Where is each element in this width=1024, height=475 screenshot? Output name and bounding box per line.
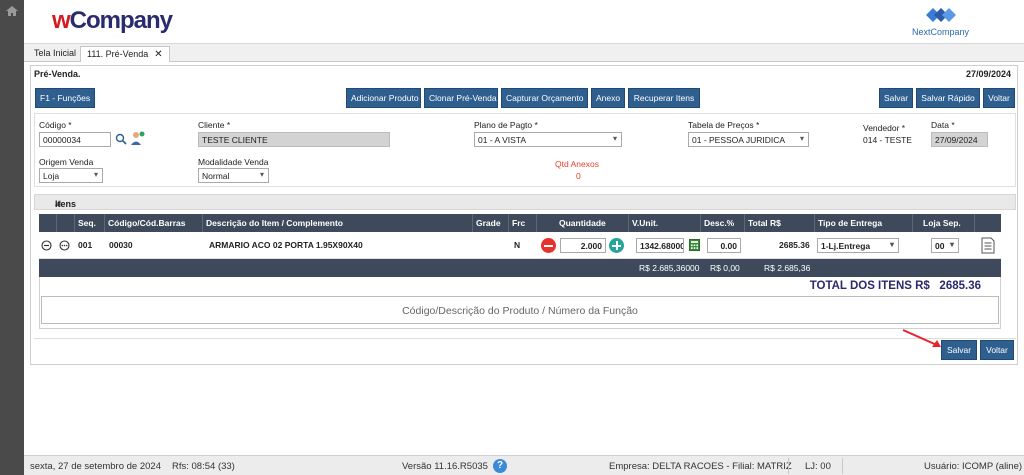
minus-circle-icon[interactable] (41, 240, 52, 251)
vendedor-label: Vendedor * (863, 123, 906, 133)
codigo-label: Código * (39, 120, 72, 130)
col-tipo-entrega: Tipo de Entrega (815, 214, 913, 232)
user-check-icon[interactable] (129, 130, 145, 146)
col-seq: Seq. (75, 214, 105, 232)
col-vunit: V.Unit. (629, 214, 701, 232)
footer-date: sexta, 27 de setembro de 2024 (30, 461, 161, 472)
vendedor-value: 014 - TESTE (863, 135, 912, 145)
grid-header: Seq. Código/Cód.Barras Descrição do Item… (39, 214, 1001, 232)
vunit-input[interactable]: 1342.68000 (636, 238, 684, 253)
col-descricao: Descrição do Item / Complemento (203, 214, 473, 232)
recuperar-itens-button[interactable]: Recuperar Itens (628, 88, 700, 108)
table-row[interactable]: 001 00030 ARMARIO ACO 02 PORTA 1.95X90X4… (39, 232, 1001, 259)
diamond-logo-icon (926, 8, 956, 22)
row-total: 2685.36 (779, 240, 810, 250)
col-codigo: Código/Cód.Barras (105, 214, 203, 232)
capturar-orcamento-button[interactable]: Capturar Orçamento (501, 88, 588, 108)
salvar-bottom-button[interactable]: Salvar (941, 340, 977, 360)
footer-lj: LJ: 00 (805, 461, 831, 472)
modalidade-venda-label: Modalidade Venda (198, 157, 269, 167)
codigo-input[interactable]: 00000034 (39, 132, 111, 147)
qtd-anexos-value: 0 (576, 171, 581, 181)
qtd-anexos-label: Qtd Anexos (555, 159, 599, 169)
totals-total: R$ 2.685,36 (764, 263, 811, 273)
salvar-button[interactable]: Salvar (879, 88, 913, 108)
itens-section-header[interactable]: ◢ Itens (34, 194, 1016, 210)
modalidade-venda-select[interactable]: Normal (198, 168, 269, 183)
col-total: Total R$ (745, 214, 815, 232)
total-itens: TOTAL DOS ITENS R$ 2685.36 (809, 280, 981, 292)
adicionar-produto-button[interactable]: Adicionar Produto (346, 88, 421, 108)
row-descricao: ARMARIO ACO 02 PORTA 1.95X90X40 (209, 240, 363, 250)
plano-pagto-select[interactable]: 01 - A VISTA (474, 132, 622, 147)
footer-usuario: Usuário: ICOMP (aline) (924, 461, 1023, 472)
origem-venda-select[interactable]: Loja (39, 168, 103, 183)
origem-venda-label: Origem Venda (39, 157, 94, 167)
tab-tela-inicial[interactable]: Tela Inicial (28, 46, 82, 62)
pre-venda-form: Código * 00000034 Cliente * TESTE CLIENT… (34, 113, 1016, 187)
tabela-precos-label: Tabela de Preços * (688, 120, 760, 130)
data-label: Data * (931, 120, 955, 130)
salvar-rapido-button[interactable]: Salvar Rápido (916, 88, 980, 108)
close-icon[interactable]: ✕ (154, 49, 162, 60)
grid-totals-row: R$ 2.685,36000 R$ 0,00 R$ 2.685,36 (39, 259, 1001, 277)
search-icon[interactable] (115, 133, 127, 145)
app-header: wCompany NextCompany (24, 0, 1024, 44)
anexo-button[interactable]: Anexo (591, 88, 625, 108)
footer-empresa: Empresa: DELTA RACOES - Filial: MATRIZ (609, 461, 792, 472)
status-bar: sexta, 27 de setembro de 2024 Rfs: 08:54… (24, 455, 1024, 475)
desc-input[interactable]: 0.00 (707, 238, 741, 253)
page-title: Pré-Venda. (34, 69, 81, 79)
cliente-label: Cliente * (198, 120, 231, 130)
row-codigo: 00030 (109, 240, 133, 250)
company-logo: wCompany (52, 7, 173, 34)
page-date: 27/09/2024 (965, 69, 1011, 79)
footer-version: Versão 11.16.R5035 (402, 461, 488, 472)
pre-venda-panel: Pré-Venda. 27/09/2024 F1 - Funções Adici… (30, 65, 1018, 365)
voltar-button[interactable]: Voltar (983, 88, 1015, 108)
plano-pagto-label: Plano de Pagto * (474, 120, 538, 130)
cliente-input[interactable]: TESTE CLIENTE (198, 132, 390, 147)
row-frc: N (514, 240, 521, 250)
col-grade: Grade (473, 214, 509, 232)
tabela-precos-select[interactable]: 01 - PESSOA JURIDICA (688, 132, 809, 147)
partner-logo: NextCompany (912, 4, 982, 38)
tab-pre-venda[interactable]: 111. Pré-Venda ✕ (80, 46, 170, 62)
product-search-input[interactable]: Código/Descrição do Produto / Número da … (41, 296, 999, 324)
clonar-pre-venda-button[interactable]: Clonar Pré-Venda (424, 88, 498, 108)
footer-rfs: Rfs: 08:54 (33) (172, 461, 235, 472)
col-quantidade: Quantidade (537, 214, 629, 232)
row-seq: 001 (78, 240, 93, 250)
quantidade-input[interactable]: 2.000 (560, 238, 606, 253)
col-frc: Frc (509, 214, 537, 232)
increase-quantity-button[interactable] (609, 238, 624, 253)
totals-desc: R$ 0,00 (710, 263, 740, 273)
calculator-icon[interactable] (689, 239, 700, 251)
tipo-entrega-select[interactable]: 1-Lj.Entrega (817, 238, 899, 253)
more-options-icon[interactable] (59, 240, 70, 251)
data-input[interactable]: 27/09/2024 (931, 132, 988, 147)
help-icon[interactable]: ? (493, 459, 507, 473)
voltar-bottom-button[interactable]: Voltar (980, 340, 1014, 360)
tab-bar: Tela Inicial 111. Pré-Venda ✕ (24, 44, 1024, 62)
decrease-quantity-button[interactable] (541, 238, 556, 253)
home-icon[interactable] (6, 6, 18, 16)
loja-sep-select[interactable]: 00 (931, 238, 959, 253)
red-arrow-annotation (902, 329, 941, 347)
f1-funcoes-button[interactable]: F1 - Funções (35, 88, 95, 108)
totals-vunit: R$ 2.685,36000 (639, 263, 700, 273)
col-desc: Desc.% (701, 214, 745, 232)
left-sidebar (0, 0, 24, 475)
col-loja-sep: Loja Sep. (913, 214, 975, 232)
document-icon[interactable] (981, 237, 995, 254)
